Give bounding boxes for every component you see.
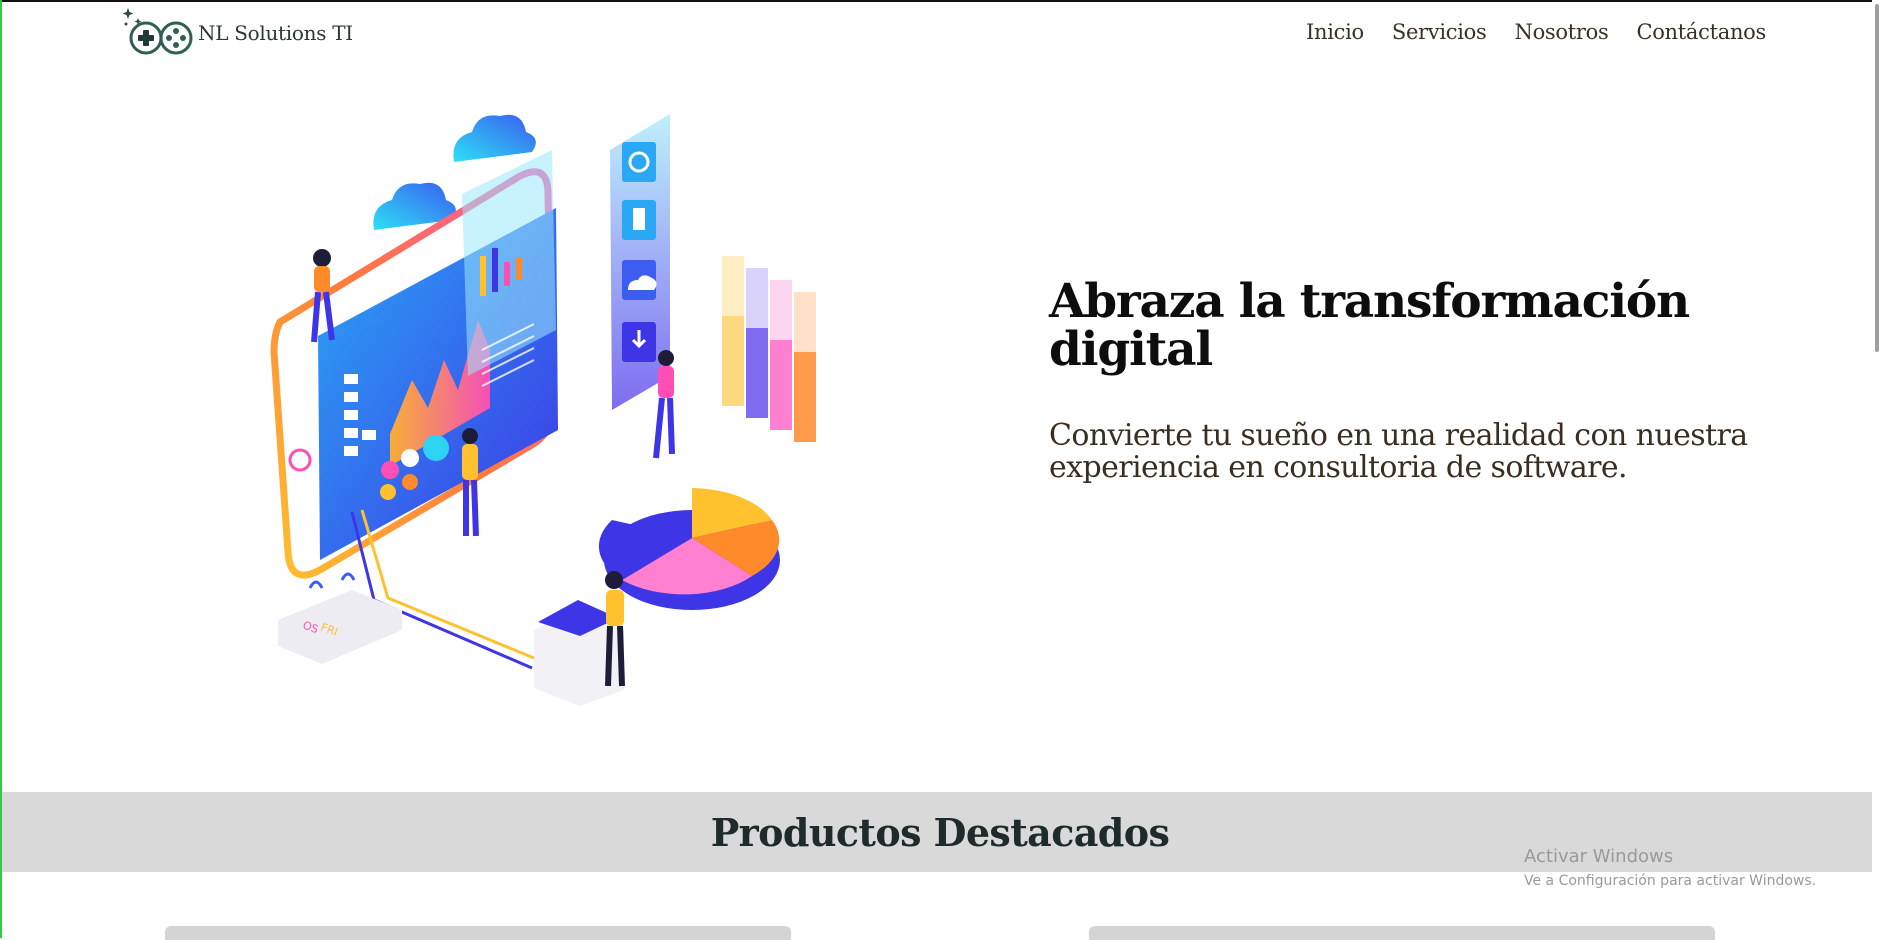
watermark-subtitle: Ve a Configuración para activar Windows. (1524, 873, 1817, 889)
watermark-title: Activar Windows (1524, 846, 1674, 867)
nav-link-contactanos[interactable]: Contáctanos (1636, 20, 1766, 44)
main-menu: Inicio Servicios Nosotros Contáctanos (1306, 20, 1766, 44)
hero-section: Abraza la transformación digital Convier… (1049, 278, 1749, 484)
hero-subtitle: Convierte tu sueño en una realidad con n… (1049, 418, 1748, 485)
windows-activation-watermark: Activar Windows Ve a Configuración para … (1524, 846, 1816, 889)
scrollbar-thumb[interactable] (1875, 4, 1879, 352)
gamepad-logo-icon (122, 8, 193, 55)
brand-logo-link[interactable]: NL Solutions TI (122, 4, 353, 56)
brand-name: NL Solutions TI (198, 21, 353, 45)
vertical-scrollbar[interactable] (1872, 0, 1880, 938)
digital-transformation-illustration: OS FRI (270, 114, 816, 706)
hero-title: Abraza la transformación digital (1049, 274, 1690, 377)
nav-link-servicios[interactable]: Servicios (1392, 20, 1487, 44)
pie-chart-graphic (598, 488, 780, 610)
navbar: NL Solutions TI Inicio Servicios Nosotro… (2, 0, 1878, 76)
nav-link-inicio[interactable]: Inicio (1306, 20, 1364, 44)
nav-link-nosotros[interactable]: Nosotros (1515, 20, 1609, 44)
